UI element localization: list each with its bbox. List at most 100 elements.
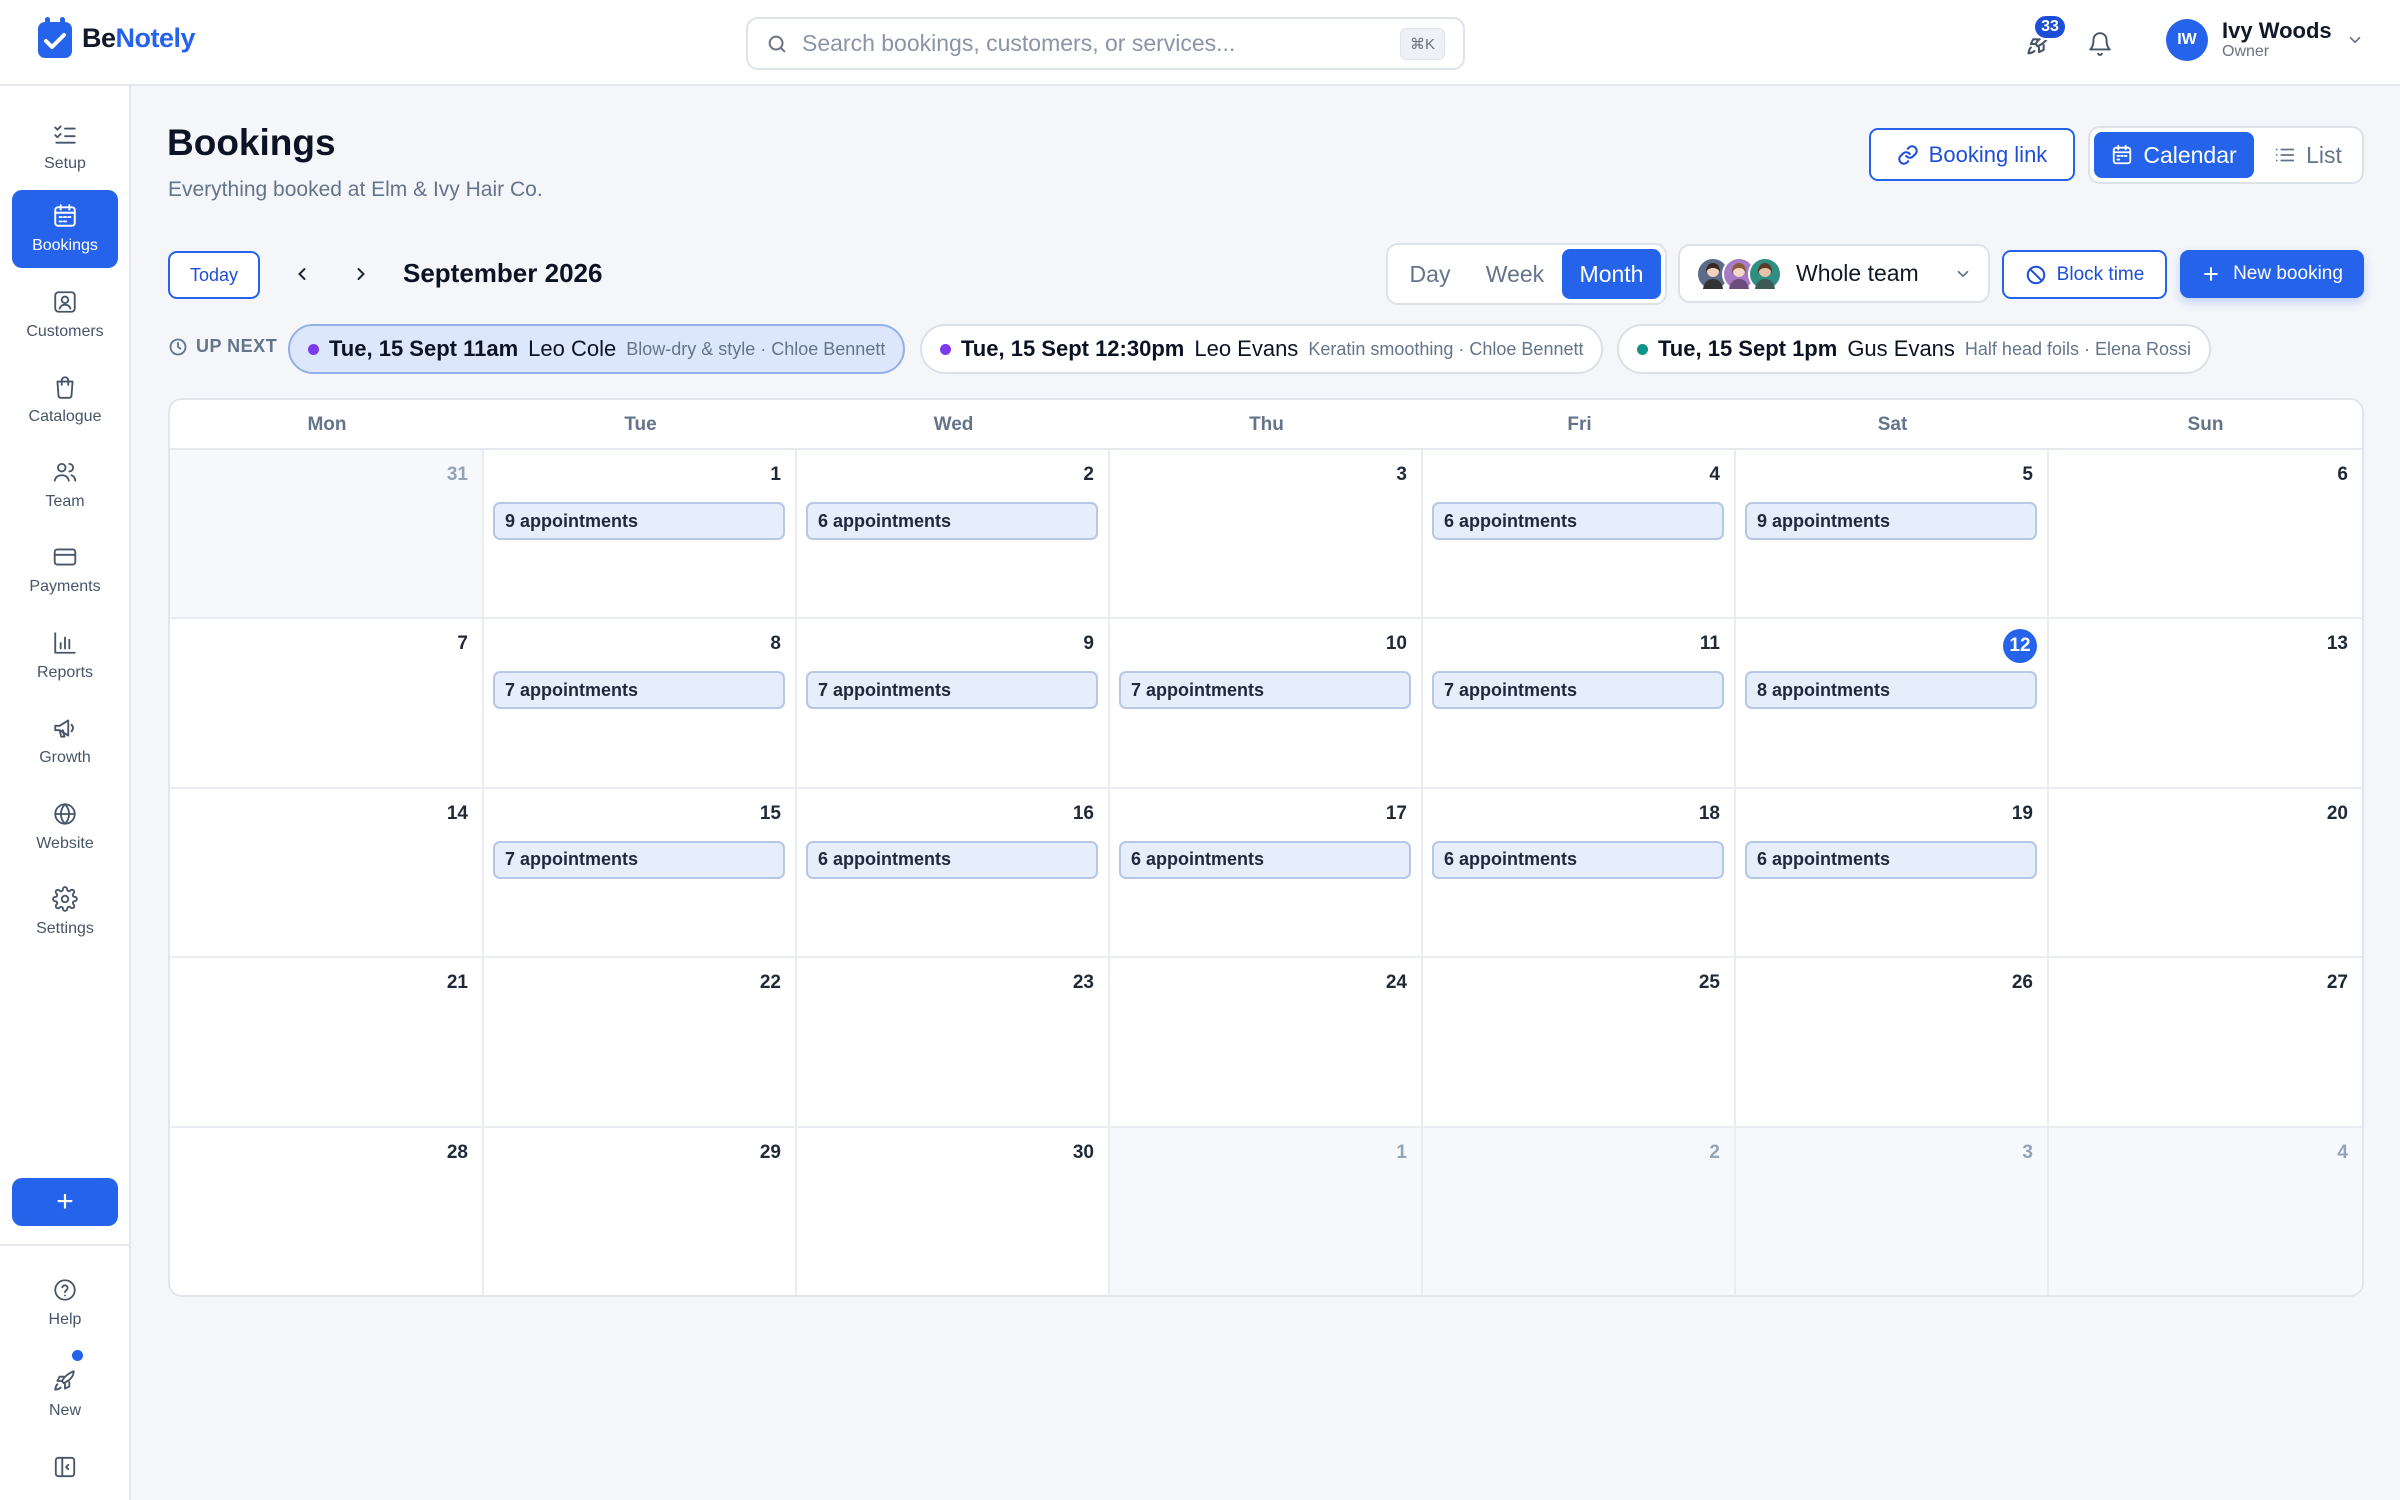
sidebar-item-label: New <box>48 1402 81 1419</box>
appointments-count-pill[interactable]: 7 appointments <box>493 840 785 879</box>
view-calendar-button[interactable]: Calendar <box>2094 132 2254 178</box>
search-bar[interactable]: ⌘K <box>746 17 1465 70</box>
team-filter-dropdown[interactable]: Whole team <box>1678 244 1990 303</box>
appointments-count-pill[interactable]: 8 appointments <box>1745 671 2037 710</box>
calendar-day-cell[interactable]: 3 <box>1736 1127 2049 1295</box>
chevron-left-icon <box>298 268 306 280</box>
calendar-day-cell[interactable]: 1 9 appointments <box>484 450 797 620</box>
sidebar-item-reports[interactable]: Reports <box>12 617 118 695</box>
calendar-day-cell[interactable]: 9 7 appointments <box>797 619 1110 789</box>
notifications-button[interactable] <box>2080 24 2120 64</box>
sidebar-item-label: Website <box>36 835 94 852</box>
calendar-day-cell[interactable]: 10 7 appointments <box>1110 619 1423 789</box>
appointments-count-pill[interactable]: 6 appointments <box>1745 840 2037 879</box>
chevron-down-icon <box>2349 36 2360 44</box>
sidebar: Setup Bookings Customers Catalogue Team … <box>0 86 131 1500</box>
sidebar-item-setup[interactable]: Setup <box>12 108 118 186</box>
up-next-item[interactable]: Tue, 15 Sept 12:30pm Leo Evans Keratin s… <box>920 324 1604 374</box>
range-day-button[interactable]: Day <box>1392 249 1468 299</box>
appointments-count-pill[interactable]: 7 appointments <box>1432 671 1724 710</box>
appointments-count-pill[interactable]: 9 appointments <box>493 502 785 540</box>
up-next-item[interactable]: Tue, 15 Sept 11am Leo Cole Blow-dry & st… <box>288 324 906 374</box>
range-month-button[interactable]: Month <box>1562 249 1661 299</box>
calendar-day-cell[interactable]: 25 <box>1423 958 1736 1128</box>
new-booking-button[interactable]: New booking <box>2180 250 2364 298</box>
day-number: 2 <box>1083 464 1094 485</box>
calendar-day-cell[interactable]: 6 <box>2049 450 2362 620</box>
booking-link-button[interactable]: Booking link <box>1869 128 2075 181</box>
sidebar-item-label: Settings <box>36 920 94 937</box>
calendar-day-cell[interactable]: 2 6 appointments <box>797 450 1110 620</box>
calendar-day-cell[interactable]: 15 7 appointments <box>484 788 797 959</box>
appointments-count-pill[interactable]: 7 appointments <box>806 671 1098 710</box>
view-list-button[interactable]: List <box>2258 132 2358 178</box>
calendar-day-cell[interactable]: 17 6 appointments <box>1110 788 1423 959</box>
calendar-day-cell[interactable]: 11 7 appointments <box>1423 619 1736 789</box>
calendar-day-cell[interactable]: 16 6 appointments <box>797 788 1110 959</box>
sidebar-item-website[interactable]: Website <box>12 788 118 866</box>
appointments-count-pill[interactable]: 9 appointments <box>1745 502 2037 540</box>
previous-month-button[interactable] <box>286 258 318 290</box>
sidebar-item-team[interactable]: Team <box>12 446 118 524</box>
calendar-day-cell[interactable]: 30 <box>797 1127 1110 1295</box>
sidebar-item-customers[interactable]: Customers <box>12 276 118 354</box>
user-menu[interactable]: IW Ivy Woods Owner <box>2166 19 2364 61</box>
calendar-day-cell[interactable]: 5 9 appointments <box>1736 450 2049 620</box>
sidebar-item-label: Team <box>45 493 85 510</box>
collapse-sidebar-button[interactable] <box>12 1442 118 1492</box>
block-time-button[interactable]: Block time <box>2002 250 2167 299</box>
calendar-day-cell[interactable]: 2 <box>1423 1127 1736 1295</box>
megaphone-icon <box>54 719 74 738</box>
calendar-day-cell[interactable]: 13 <box>2049 619 2362 789</box>
calendar-day-cell[interactable]: 21 <box>170 958 484 1128</box>
appointments-count-pill[interactable]: 6 appointments <box>806 840 1098 879</box>
sidebar-item-catalogue[interactable]: Catalogue <box>12 361 118 439</box>
calendar-day-cell[interactable]: 23 <box>797 958 1110 1128</box>
up-next-time: Tue, 15 Sept 12:30pm <box>961 336 1185 361</box>
sidebar-item-new[interactable]: New <box>12 1354 118 1434</box>
next-month-button[interactable] <box>345 258 377 290</box>
appointments-count-pill[interactable]: 6 appointments <box>1119 840 1411 879</box>
sidebar-item-growth[interactable]: Growth <box>12 702 118 780</box>
calendar-day-cell[interactable]: 19 6 appointments <box>1736 788 2049 959</box>
calendar-day-cell[interactable]: 26 <box>1736 958 2049 1128</box>
calendar-day-cell[interactable]: 24 <box>1110 958 1423 1128</box>
calendar-day-cell[interactable]: 14 <box>170 788 484 959</box>
calendar-day-cell[interactable]: 12 8 appointments <box>1736 619 2049 789</box>
appointments-count-pill[interactable]: 6 appointments <box>1432 840 1724 879</box>
sidebar-item-payments[interactable]: Payments <box>12 531 118 609</box>
appointments-count-pill[interactable]: 6 appointments <box>1432 502 1724 540</box>
calendar-day-cell[interactable]: 3 <box>1110 450 1423 620</box>
weekday-label: Sat <box>1877 414 1908 435</box>
day-number: 10 <box>1385 633 1407 655</box>
sidebar-item-settings[interactable]: Settings <box>12 873 118 951</box>
calendar-day-cell[interactable]: 28 <box>170 1127 484 1295</box>
calendar-day-cell[interactable]: 29 <box>484 1127 797 1295</box>
calendar-day-cell[interactable]: 27 <box>2049 958 2362 1128</box>
appointments-count-pill[interactable]: 7 appointments <box>1119 671 1411 710</box>
quick-add-button[interactable]: + <box>12 1178 118 1226</box>
contact-card-icon <box>54 291 76 313</box>
sidebar-item-bookings[interactable]: Bookings <box>12 190 118 268</box>
gear-icon <box>52 886 78 912</box>
today-day-number: 12 <box>2003 629 2037 664</box>
sidebar-item-help[interactable]: Help <box>12 1266 118 1340</box>
calendar-day-cell[interactable]: 20 <box>2049 789 2362 959</box>
today-button[interactable]: Today <box>168 251 260 299</box>
view-list-label: List <box>2306 141 2342 168</box>
search-input[interactable] <box>802 30 1386 57</box>
appointments-count-pill[interactable]: 7 appointments <box>493 671 785 710</box>
range-week-button[interactable]: Week <box>1472 249 1558 299</box>
calendar-day-cell[interactable]: 4 6 appointments <box>1423 450 1736 620</box>
appointments-count-pill[interactable]: 6 appointments <box>806 502 1098 540</box>
calendar-day-cell[interactable]: 8 7 appointments <box>484 619 797 789</box>
calendar-day-cell[interactable]: 7 <box>170 619 484 789</box>
day-number: 20 <box>2326 802 2348 824</box>
calendar-day-cell[interactable]: 4 <box>2049 1127 2362 1295</box>
up-next-item[interactable]: Tue, 15 Sept 1pm Gus Evans Half head foi… <box>1617 324 2212 374</box>
calendar-day-cell[interactable]: 31 <box>170 450 484 620</box>
calendar-day-cell[interactable]: 18 6 appointments <box>1423 788 1736 959</box>
calendar-day-cell[interactable]: 1 <box>1110 1127 1423 1295</box>
app-logo[interactable]: BeNotely <box>36 16 196 60</box>
calendar-day-cell[interactable]: 22 <box>484 958 797 1128</box>
